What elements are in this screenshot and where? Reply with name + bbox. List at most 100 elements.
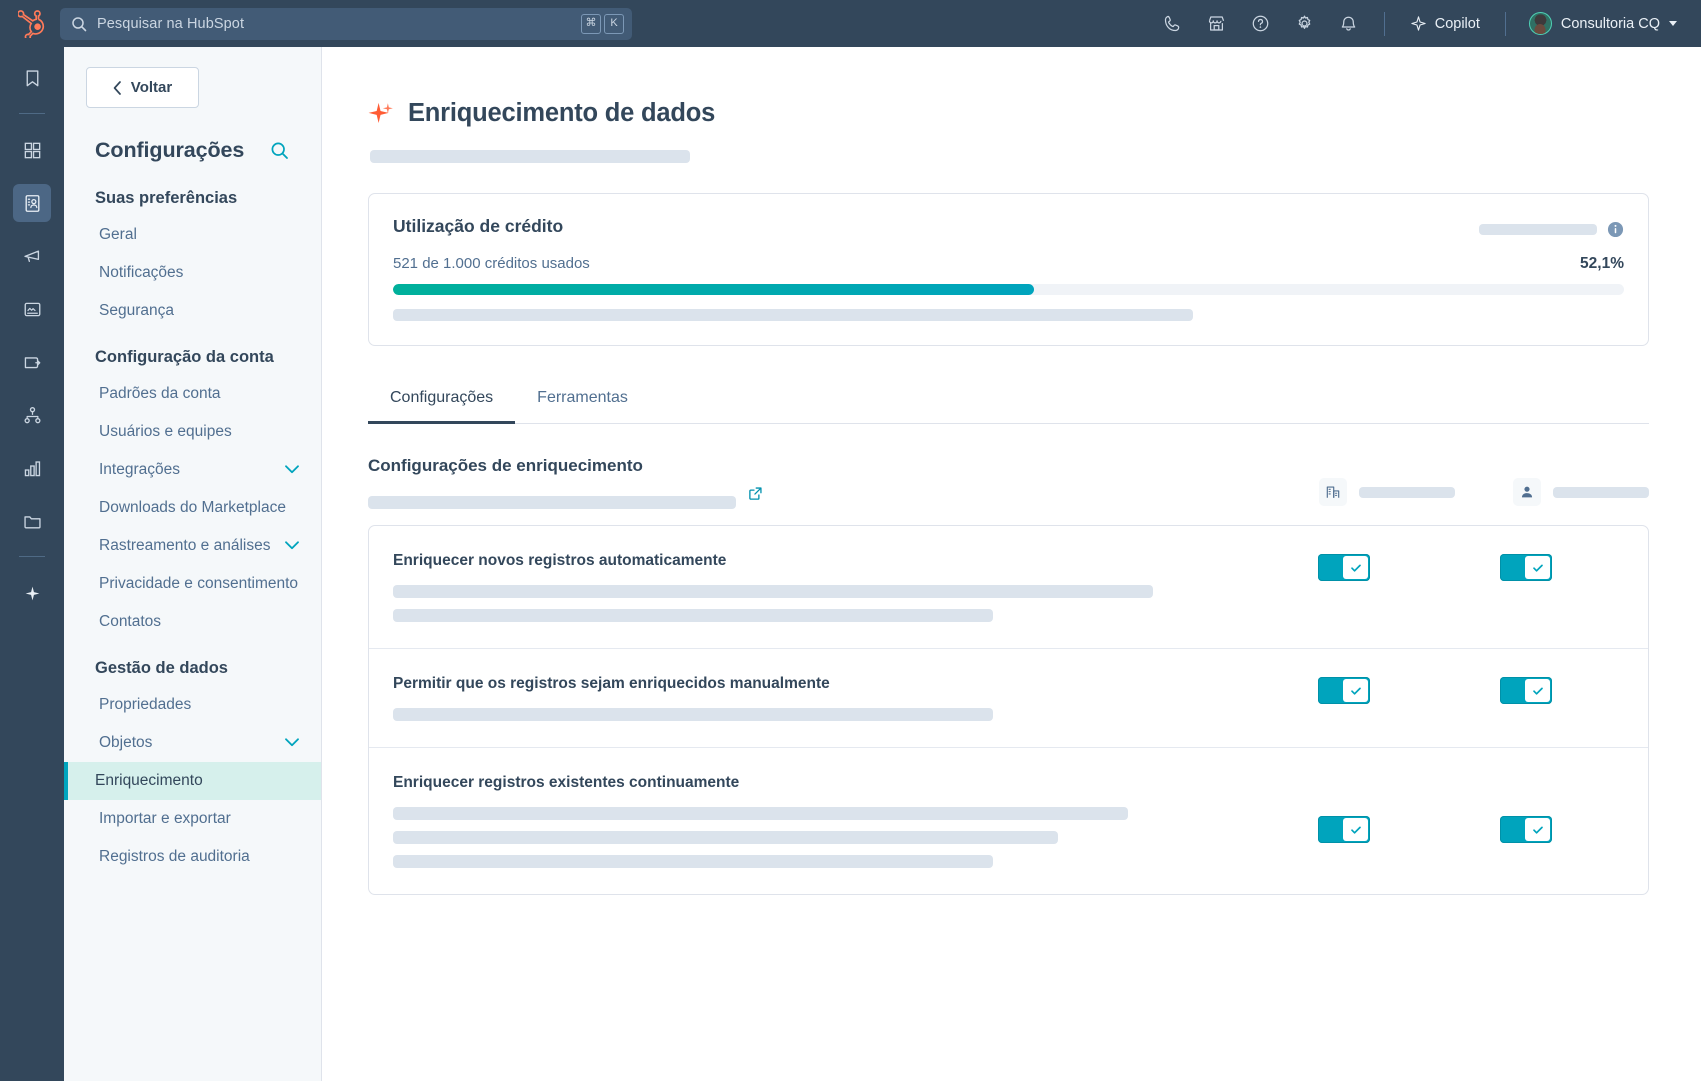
setting-description-block: Permitir que os registros sejam enriquec… <box>393 675 1318 721</box>
credit-progress-bar <box>393 284 1624 295</box>
sidebar-item-propriedades[interactable]: Propriedades <box>64 686 321 724</box>
chevron-down-icon <box>285 461 299 479</box>
back-button[interactable]: Voltar <box>86 67 199 108</box>
enrichment-settings-title-block: Configurações de enriquecimento <box>368 456 763 509</box>
sidebar-item-padroes-da-conta[interactable]: Padrões da conta <box>64 375 321 413</box>
sidebar-item-objetos[interactable]: Objetos <box>64 724 321 762</box>
settings-icon[interactable] <box>1285 7 1325 41</box>
setting-description-placeholder <box>393 585 1288 622</box>
toggle-contact-auto-enrich[interactable] <box>1500 554 1552 581</box>
rail-divider-1 <box>19 113 45 114</box>
contact-person-icon <box>1513 478 1541 506</box>
sidebar-item-notificacoes[interactable]: Notificações <box>64 254 321 292</box>
setting-toggles <box>1318 675 1624 704</box>
help-icon[interactable] <box>1241 7 1281 41</box>
credit-card-footer-placeholder <box>393 309 1193 321</box>
description-line <box>393 708 993 721</box>
sparkle-icon <box>368 100 395 127</box>
tab-label: Configurações <box>390 389 494 406</box>
external-link-icon[interactable] <box>748 484 763 501</box>
toggle-company-manual-enrich[interactable] <box>1318 677 1370 704</box>
description-line <box>393 855 993 868</box>
credit-card-title: Utilização de crédito <box>393 216 564 236</box>
setting-description-block: Enriquecer registros existentes continua… <box>393 774 1318 868</box>
commerce-wallet-icon[interactable] <box>13 343 51 381</box>
info-icon[interactable] <box>1607 221 1624 238</box>
crm-contacts-icon[interactable] <box>13 184 51 222</box>
sidebar-item-enriquecimento[interactable]: Enriquecimento <box>64 762 321 800</box>
reporting-bars-icon[interactable] <box>13 449 51 487</box>
tab-ferramentas[interactable]: Ferramentas <box>515 389 650 424</box>
content-icon[interactable] <box>13 290 51 328</box>
sidebar-title: Configurações <box>95 138 245 162</box>
check-icon <box>1343 556 1368 579</box>
top-navigation-bar: Pesquisar na HubSpot ⌘ K Copilot Consult… <box>0 0 1701 47</box>
tab-label: Ferramentas <box>537 389 628 406</box>
notifications-icon[interactable] <box>1329 7 1369 41</box>
marketplace-icon[interactable] <box>1197 7 1237 41</box>
credit-usage-card: Utilização de crédito 521 de 1.000 crédi… <box>368 193 1649 346</box>
sidebar-item-importar-e-exportar[interactable]: Importar e exportar <box>64 800 321 838</box>
toggle-cell-contact <box>1500 816 1624 843</box>
sidebar-item-label: Padrões da conta <box>99 385 221 402</box>
global-search-input[interactable]: Pesquisar na HubSpot ⌘ K <box>60 7 632 40</box>
ai-sparkle-icon[interactable] <box>13 574 51 612</box>
toggle-contact-continuous-enrich[interactable] <box>1500 816 1552 843</box>
check-icon <box>1525 556 1550 579</box>
workspaces-icon[interactable] <box>13 131 51 169</box>
toggle-cell-company <box>1318 554 1442 581</box>
top-navigation-actions: Copilot Consultoria CQ <box>1153 7 1685 41</box>
toggle-cell-contact <box>1500 677 1624 704</box>
primary-icon-rail <box>0 47 64 1081</box>
page-title: Enriquecimento de dados <box>408 99 716 127</box>
section-subtitle-row <box>368 476 763 509</box>
sidebar-item-seguranca[interactable]: Segurança <box>64 292 321 330</box>
search-shortcut-hint: ⌘ K <box>581 13 624 34</box>
toggle-cell-company <box>1318 677 1442 704</box>
setting-toggles <box>1318 552 1624 581</box>
sidebar-item-contatos[interactable]: Contatos <box>64 603 321 641</box>
sidebar-group-heading: Suas preferências <box>95 189 238 207</box>
column-header-placeholder <box>1359 486 1455 498</box>
library-folder-icon[interactable] <box>13 502 51 540</box>
sidebar-item-label: Objetos <box>99 734 153 751</box>
toggle-company-continuous-enrich[interactable] <box>1318 816 1370 843</box>
search-icon <box>71 16 88 32</box>
table-row: Enriquecer registros existentes continua… <box>369 748 1648 894</box>
object-column-headers <box>1319 456 1649 506</box>
toggle-contact-manual-enrich[interactable] <box>1500 677 1552 704</box>
avatar <box>1528 12 1552 35</box>
copilot-button[interactable]: Copilot <box>1400 9 1490 38</box>
hubspot-sprocket-logo[interactable] <box>10 9 52 39</box>
sidebar-item-integracoes[interactable]: Integrações <box>64 451 321 489</box>
toggle-company-auto-enrich[interactable] <box>1318 554 1370 581</box>
check-icon <box>1343 818 1368 841</box>
sidebar-item-rastreamento-e-analises[interactable]: Rastreamento e análises <box>64 527 321 565</box>
sidebar-search-icon[interactable] <box>270 141 289 160</box>
settings-sidebar: Voltar Configurações Suas preferências G… <box>64 47 322 1081</box>
sidebar-item-geral[interactable]: Geral <box>64 216 321 254</box>
automation-icon[interactable] <box>13 396 51 434</box>
credit-card-header: Utilização de crédito <box>393 216 1624 238</box>
toggle-cell-contact <box>1500 554 1624 581</box>
chevron-down-icon <box>1669 21 1677 26</box>
calling-icon[interactable] <box>1153 7 1193 41</box>
account-menu-button[interactable]: Consultoria CQ <box>1521 8 1685 39</box>
sidebar-group-heading: Gestão de dados <box>95 659 228 677</box>
main-content: Enriquecimento de dados Utilização de cr… <box>322 47 1701 1081</box>
company-building-icon <box>1319 478 1347 506</box>
description-line <box>393 609 993 622</box>
sidebar-item-label: Registros de auditoria <box>99 848 250 865</box>
marketing-megaphone-icon[interactable] <box>13 237 51 275</box>
chevron-down-icon <box>285 734 299 752</box>
setting-label: Enriquecer registros existentes continua… <box>393 774 740 791</box>
bookmarks-icon[interactable] <box>13 59 51 97</box>
check-icon <box>1525 679 1550 702</box>
tab-configuracoes[interactable]: Configurações <box>368 389 516 424</box>
sidebar-item-downloads-do-marketplace[interactable]: Downloads do Marketplace <box>64 489 321 527</box>
sidebar-item-usuarios-e-equipes[interactable]: Usuários e equipes <box>64 413 321 451</box>
sidebar-item-privacidade-e-consentimento[interactable]: Privacidade e consentimento <box>64 565 321 603</box>
nav-divider-1 <box>1383 11 1385 36</box>
sidebar-item-registros-de-auditoria[interactable]: Registros de auditoria <box>64 838 321 876</box>
settings-tabs: Configurações Ferramentas <box>368 388 1649 424</box>
